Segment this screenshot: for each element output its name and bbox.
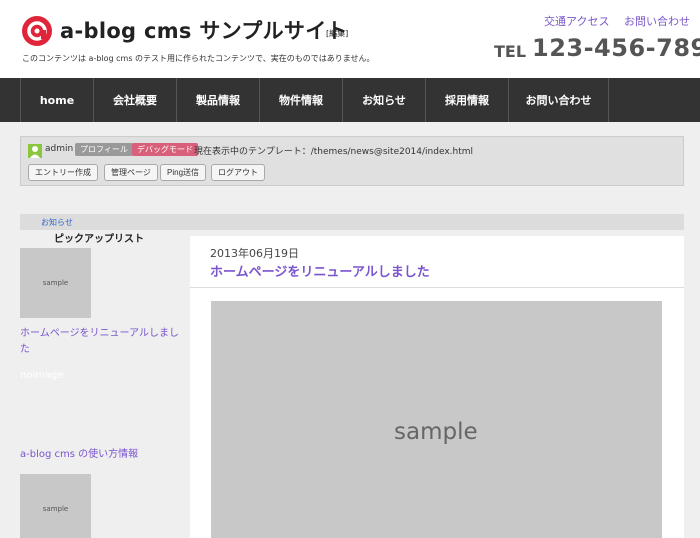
tel-number: 123-456-789 bbox=[532, 34, 700, 62]
nav-list: home 会社概要 製品情報 物件情報 お知らせ 採用情報 お問い合わせ bbox=[20, 78, 609, 122]
nav-item-company[interactable]: 会社概要 bbox=[94, 78, 177, 122]
debug-mode-badge[interactable]: デバッグモード bbox=[132, 143, 198, 156]
edit-title-link[interactable]: [編集] bbox=[326, 28, 348, 39]
pickup-thumbnail[interactable]: sample bbox=[20, 474, 91, 538]
entry-image-label: sample bbox=[394, 419, 478, 445]
nav-item-products[interactable]: 製品情報 bbox=[177, 78, 260, 122]
create-entry-button[interactable]: エントリー作成 bbox=[28, 164, 98, 181]
admin-page-button[interactable]: 管理ページ bbox=[104, 164, 158, 181]
nav-item-news[interactable]: お知らせ bbox=[343, 78, 426, 122]
breadcrumb-current[interactable]: お知らせ bbox=[41, 217, 73, 228]
site-logo-icon[interactable] bbox=[22, 16, 52, 46]
admin-username: admin bbox=[45, 144, 74, 154]
breadcrumb: お知らせ bbox=[20, 214, 684, 230]
contact-link[interactable]: お問い合わせ bbox=[624, 13, 690, 29]
logout-button[interactable]: ログアウト bbox=[211, 164, 265, 181]
entry-card: 2013年06月19日 ホームページをリニューアルしました sample bbox=[190, 236, 684, 538]
access-link[interactable]: 交通アクセス bbox=[544, 13, 609, 29]
pickup-link[interactable]: ホームページをリニューアルしました bbox=[20, 326, 180, 358]
entry-divider bbox=[190, 287, 684, 288]
nav-item-properties[interactable]: 物件情報 bbox=[260, 78, 343, 122]
pickup-thumbnail[interactable]: sample bbox=[20, 248, 91, 318]
tel-label: TEL bbox=[494, 42, 527, 61]
site-title[interactable]: a-blog cms サンプルサイト bbox=[60, 15, 348, 45]
admin-toolbar: admin プロフィール デバッグモード 現在表示中のテンプレート：/theme… bbox=[20, 136, 684, 186]
nav-item-home[interactable]: home bbox=[21, 78, 94, 122]
ping-button[interactable]: Ping送信 bbox=[160, 164, 207, 181]
template-path-note: 現在表示中のテンプレート：/themes/news@site2014/index… bbox=[194, 147, 474, 157]
pickup-link[interactable]: a-blog cms の使い方情報 bbox=[20, 447, 180, 463]
nav-item-recruit[interactable]: 採用情報 bbox=[426, 78, 509, 122]
global-nav: home 会社概要 製品情報 物件情報 お知らせ 採用情報 お問い合わせ bbox=[0, 78, 700, 122]
user-avatar-icon bbox=[28, 144, 42, 158]
profile-badge[interactable]: プロフィール bbox=[75, 143, 133, 156]
site-tagline: このコンテンツは a-blog cms のテスト用に作られたコンテンツで、実在の… bbox=[22, 54, 375, 63]
entry-title[interactable]: ホームページをリニューアルしました bbox=[210, 261, 430, 280]
entry-date: 2013年06月19日 bbox=[210, 247, 299, 260]
site-header: a-blog cms サンプルサイト [編集] このコンテンツは a-blog … bbox=[0, 0, 700, 78]
nav-item-contact[interactable]: お問い合わせ bbox=[509, 78, 609, 122]
entry-image: sample bbox=[211, 301, 662, 538]
pickup-noimage[interactable]: noimage bbox=[20, 370, 64, 381]
pickup-heading: ピックアップリスト bbox=[54, 234, 144, 245]
